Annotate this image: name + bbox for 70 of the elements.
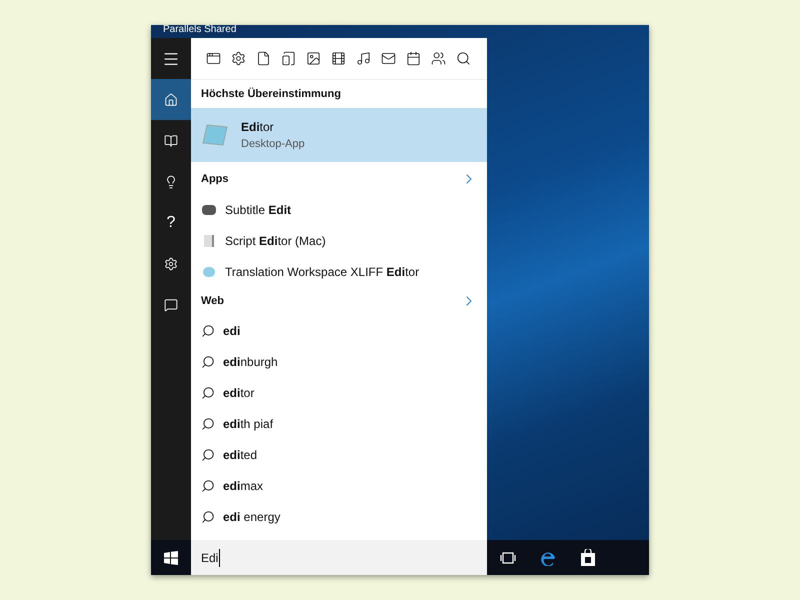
filter-button[interactable] [355, 50, 371, 66]
result-subtitle: Desktop-App [241, 136, 305, 152]
notebook-icon [164, 134, 178, 148]
desktop-icon-label: Parallels Shared [163, 25, 238, 35]
tablet-icon [280, 51, 296, 66]
task-view-icon [500, 552, 516, 564]
search-icon [456, 51, 470, 66]
web-result-label: edi [223, 322, 240, 340]
app-icon [203, 266, 215, 276]
app-icon [202, 204, 216, 214]
web-result-item[interactable]: edi energy [191, 501, 487, 532]
lightbulb-icon [164, 174, 178, 188]
search-icon [201, 478, 215, 492]
search-icon [201, 448, 215, 462]
web-result-label: edi energy [223, 508, 280, 526]
web-result-item[interactable]: edimax [191, 470, 487, 501]
settings-icon [230, 51, 246, 66]
app-result-label: Script Editor (Mac) [225, 232, 326, 250]
filter-button[interactable] [230, 50, 246, 66]
app-result-item[interactable]: Subtitle Edit [191, 194, 487, 225]
filter-button[interactable] [255, 50, 271, 66]
search-icon [201, 510, 215, 524]
web-result-item[interactable]: edinburgh [191, 346, 487, 377]
web-result-item[interactable]: edited [191, 439, 487, 470]
feedback-icon [164, 298, 178, 312]
app-result-item[interactable]: Translation Workspace XLIFF Editor [191, 256, 487, 287]
browser-logo-icon [540, 550, 556, 566]
web-result-item[interactable]: edi [191, 315, 487, 346]
image-icon [306, 51, 320, 66]
shopping-bag-icon [580, 549, 596, 566]
section-heading: Apps [201, 172, 228, 187]
filter-button[interactable] [455, 50, 471, 66]
search-icon [201, 354, 215, 368]
web-result-label: edinburgh [223, 354, 278, 370]
settings-icon [164, 256, 178, 270]
people-icon [430, 51, 446, 66]
search-icon [201, 324, 215, 338]
search-field[interactable]: Edi [191, 540, 487, 575]
filter-button[interactable] [405, 50, 421, 66]
app-window-icon [206, 51, 220, 66]
app-icon [204, 234, 214, 246]
web-result-label: edimax [223, 478, 264, 494]
filter-button[interactable] [430, 50, 446, 66]
web-result-label: edited [223, 446, 258, 464]
app-result-label: Translation Workspace XLIFF Editor [225, 264, 420, 280]
filter-button[interactable] [280, 50, 296, 66]
filter-button[interactable] [305, 50, 321, 66]
web-result-item[interactable]: editor [191, 377, 487, 408]
search-icon [201, 386, 215, 400]
windows-logo-icon [164, 550, 178, 564]
app-result-label: Subtitle Edit [225, 202, 292, 218]
filter-button[interactable] [205, 50, 221, 66]
result-title: Editor [241, 118, 275, 136]
filter-button[interactable] [380, 50, 396, 66]
best-match-item[interactable]: Editor Desktop-App [191, 108, 487, 162]
store-button[interactable] [579, 548, 597, 566]
film-icon [330, 51, 346, 66]
filter-button[interactable] [330, 50, 346, 66]
home-icon [164, 92, 178, 106]
search-icon [201, 416, 215, 430]
web-result-item[interactable]: edith piaf [191, 408, 487, 439]
music-icon [356, 51, 370, 66]
calendar-icon [406, 51, 420, 66]
web-result-label: edith piaf [223, 416, 274, 432]
mail-icon [380, 51, 396, 66]
section-heading: Web [201, 294, 224, 309]
web-result-label: editor [223, 384, 254, 402]
document-icon [256, 51, 270, 66]
app-result-item[interactable]: Script Editor (Mac) [191, 225, 487, 256]
section-heading: Höchste Übereinstimmung [201, 86, 341, 102]
